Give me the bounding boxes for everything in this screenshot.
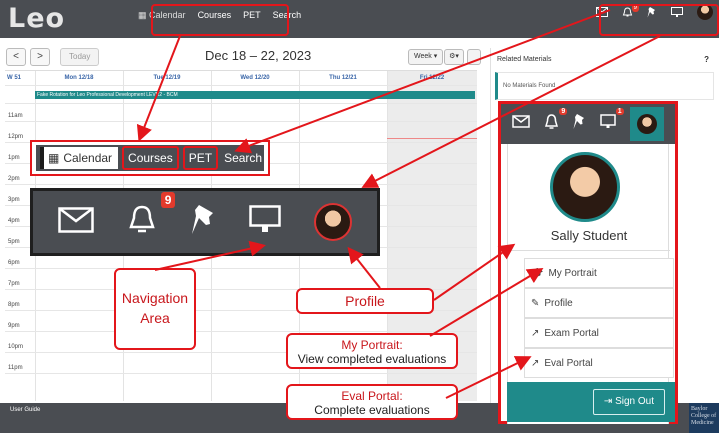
sign-out-icon: ⇥ bbox=[603, 396, 613, 407]
time-label: 1pm bbox=[8, 155, 20, 161]
bell-icon[interactable]: 9 bbox=[127, 191, 176, 241]
time-label: 9pm bbox=[8, 323, 20, 329]
monitor-badge: 1 bbox=[615, 108, 624, 115]
sign-out-label: Sign Out bbox=[615, 396, 654, 407]
menu-exam-portal[interactable]: ↗ Exam Portal bbox=[524, 318, 674, 348]
callout-profile-text: Profile bbox=[345, 293, 385, 309]
zoomed-nav-bar: ▦ Calendar Courses PET Search bbox=[36, 145, 264, 171]
external-link-icon: ↗ bbox=[531, 327, 540, 339]
callout-eval-desc: Complete evaluations bbox=[314, 403, 430, 417]
time-label: 7pm bbox=[8, 281, 20, 287]
monitor-icon[interactable] bbox=[248, 204, 281, 240]
menu-eval-portal[interactable]: ↗ Eval Portal bbox=[524, 348, 674, 378]
day-header[interactable]: Wed 12/20 bbox=[211, 71, 299, 85]
time-label: 3pm bbox=[8, 197, 20, 203]
view-select[interactable]: Week ▾ bbox=[408, 49, 444, 65]
callout-portrait-desc: View completed evaluations bbox=[297, 352, 447, 366]
calendar-icon: ▦ bbox=[48, 151, 60, 165]
settings-dropdown[interactable]: ⚙▾ bbox=[444, 49, 464, 65]
week-number: W 51 bbox=[7, 75, 22, 81]
avatar bbox=[636, 114, 657, 134]
menu-item-label: Eval Portal bbox=[544, 357, 593, 369]
grid-line bbox=[5, 268, 477, 269]
pin-icon[interactable] bbox=[573, 113, 585, 135]
signout-bar: ⇥ Sign Out bbox=[507, 382, 675, 422]
time-label: 10pm bbox=[8, 344, 24, 350]
profile-dropdown: 9 1 Sally Student 🎓 My Portrait ✎ Profil… bbox=[498, 101, 678, 424]
avatar[interactable] bbox=[314, 203, 353, 241]
zoomed-icon-bar: 9 bbox=[30, 188, 380, 256]
callout-eval-portal: Eval Portal: Complete evaluations bbox=[286, 384, 458, 420]
zoomed-navigation: ▦ Calendar Courses PET Search bbox=[30, 140, 270, 176]
date-range: Dec 18 – 22, 2023 bbox=[205, 48, 312, 63]
menu-item-label: Exam Portal bbox=[544, 327, 599, 339]
grid-line bbox=[5, 103, 477, 104]
callout-portrait-title: My Portrait: bbox=[341, 338, 403, 352]
day-header[interactable]: Fri 12/22 bbox=[387, 71, 477, 85]
external-link-icon: ↗ bbox=[531, 357, 540, 369]
topnav-highlight bbox=[151, 4, 289, 36]
leo-logo[interactable]: Leo bbox=[8, 3, 65, 34]
time-label: 2pm bbox=[8, 176, 20, 182]
graduation-cap-icon: 🎓 bbox=[531, 267, 544, 279]
sign-out-button[interactable]: ⇥ Sign Out bbox=[592, 389, 665, 415]
divider bbox=[508, 250, 670, 251]
pin-icon[interactable] bbox=[191, 204, 215, 240]
profile-icon-bar: 9 1 bbox=[501, 104, 675, 144]
zoomed-tab-pet[interactable]: PET bbox=[182, 146, 219, 170]
baylor-logo: Baylor College of Medicine bbox=[689, 403, 719, 433]
prev-week-button[interactable]: < bbox=[6, 48, 26, 66]
time-label: 4pm bbox=[8, 218, 20, 224]
current-time-line bbox=[387, 138, 477, 139]
grid-line bbox=[5, 331, 477, 332]
zoomed-tab-calendar[interactable]: ▦ Calendar bbox=[40, 147, 119, 169]
callout-navigation: Navigation Area bbox=[114, 268, 196, 350]
callout-my-portrait: My Portrait: View completed evaluations bbox=[286, 333, 458, 369]
callout-eval-title: Eval Portal: bbox=[341, 389, 403, 403]
no-materials-message: No Materials Found bbox=[495, 72, 714, 100]
zoomed-tab-courses[interactable]: Courses bbox=[122, 146, 179, 170]
grid-line bbox=[5, 85, 477, 86]
rotation-event[interactable]: Fake Rotation for Leo Professional Devel… bbox=[35, 91, 475, 99]
callout-nav-text: Navigation Area bbox=[121, 290, 189, 326]
calendar-icon: ▦ bbox=[138, 10, 147, 20]
mail-icon[interactable] bbox=[512, 115, 530, 133]
profile-name: Sally Student bbox=[550, 228, 628, 243]
avatar-button[interactable] bbox=[629, 107, 664, 141]
time-label: 8pm bbox=[8, 302, 20, 308]
bell-icon[interactable]: 9 bbox=[544, 107, 568, 135]
monitor-icon[interactable]: 1 bbox=[599, 108, 624, 134]
menu-item-label: My Portrait bbox=[548, 267, 597, 279]
zoomed-tab-search[interactable]: Search bbox=[218, 147, 268, 169]
menu-my-portrait[interactable]: 🎓 My Portrait bbox=[524, 258, 674, 288]
edit-icon: ✎ bbox=[531, 297, 540, 309]
refresh-button[interactable] bbox=[467, 49, 481, 65]
topicons-highlight bbox=[599, 4, 719, 36]
time-label: 11am bbox=[8, 113, 23, 119]
grid-line bbox=[5, 184, 477, 185]
time-label: 6pm bbox=[8, 260, 20, 266]
mail-icon[interactable] bbox=[58, 206, 94, 238]
day-header[interactable]: Thu 12/21 bbox=[299, 71, 387, 85]
next-week-button[interactable]: > bbox=[30, 48, 50, 66]
day-header[interactable]: Mon 12/18 bbox=[35, 71, 123, 85]
profile-photo bbox=[550, 152, 620, 222]
time-label: 5pm bbox=[8, 239, 20, 245]
grid-line bbox=[5, 373, 477, 374]
help-icon[interactable]: ? bbox=[704, 55, 709, 64]
zoomed-calendar-label: Calendar bbox=[63, 151, 113, 165]
time-label: 11pm bbox=[8, 365, 23, 371]
calendar-toolbar: < > Today bbox=[6, 48, 100, 66]
menu-item-label: Profile bbox=[544, 297, 573, 309]
day-header[interactable]: Tue 12/19 bbox=[123, 71, 211, 85]
notification-badge: 9 bbox=[160, 191, 176, 208]
callout-profile: Profile bbox=[296, 288, 434, 314]
today-button[interactable]: Today bbox=[60, 48, 100, 66]
related-title: Related Materials bbox=[497, 56, 552, 63]
menu-profile[interactable]: ✎ Profile bbox=[524, 288, 674, 318]
grid-line bbox=[5, 121, 477, 122]
user-guide-link[interactable]: User Guide bbox=[10, 407, 40, 413]
time-label: 12pm bbox=[8, 134, 24, 140]
notification-badge: 9 bbox=[559, 107, 568, 115]
